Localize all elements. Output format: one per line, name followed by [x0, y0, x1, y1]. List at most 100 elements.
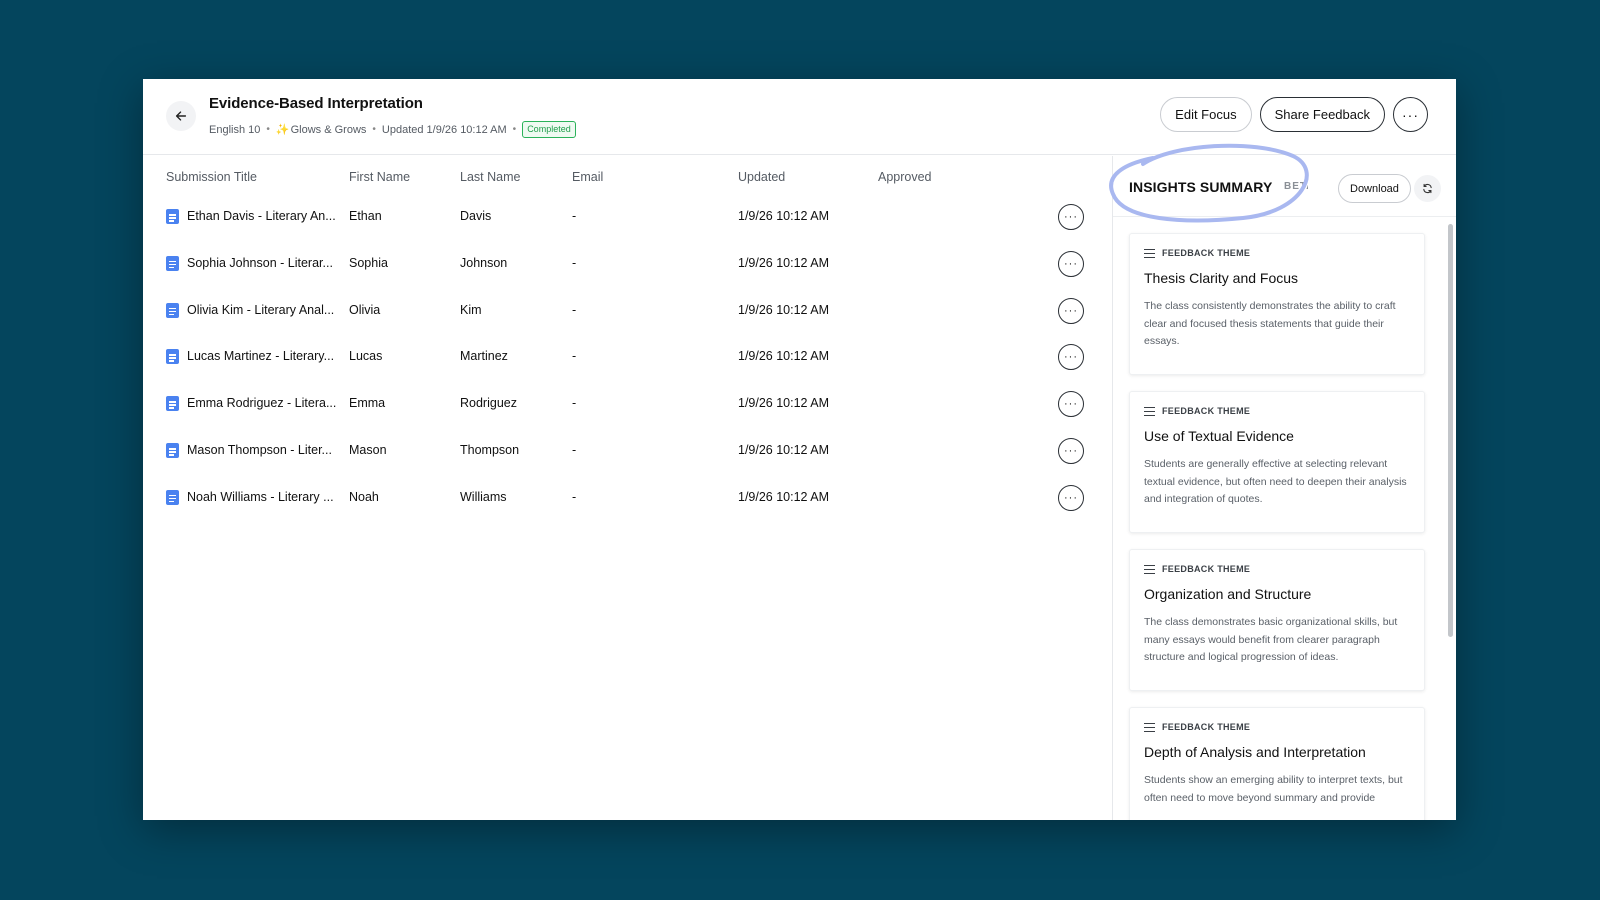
table-row[interactable]: Lucas Martinez - Literary... Lucas Martine… [143, 334, 1113, 380]
cell-updated: 1/9/26 10:12 AM [738, 209, 830, 223]
cell-email: - [572, 209, 577, 223]
row-more-button[interactable]: ··· [1058, 391, 1084, 418]
cell-first: Olivia [349, 302, 381, 317]
column-header-title[interactable]: Submission Title [166, 170, 257, 184]
document-icon [166, 302, 179, 318]
card-kicker-label: FEEDBACK THEME [1162, 248, 1251, 258]
edit-focus-button[interactable]: Edit Focus [1160, 97, 1252, 132]
cell-email: - [572, 302, 577, 317]
cell-title[interactable]: Mason Thompson - Liter... [187, 443, 332, 457]
table-row[interactable]: Olivia Kim - Literary Anal... Olivia Kim - 1… [143, 288, 1113, 334]
course-label: English 10 [209, 123, 261, 136]
page-meta: English 10 • ✨Glows & Grows • Updated 1/… [209, 121, 576, 138]
highlight-annotation [1109, 143, 1309, 223]
card-body: The class consistently demonstrates the … [1144, 300, 1396, 347]
cell-email: - [572, 489, 577, 504]
feedback-theme-card[interactable]: FEEDBACK THEME Thesis Clarity and Focus Th… [1129, 233, 1425, 375]
back-button[interactable] [166, 101, 196, 131]
list-icon [1144, 248, 1155, 258]
feedback-theme-card[interactable]: FEEDBACK THEME Depth of Analysis and Inte… [1129, 707, 1425, 820]
cell-title[interactable]: Olivia Kim - Literary Anal... [187, 303, 334, 317]
cell-email: - [572, 443, 577, 457]
cell-last: Martinez [460, 349, 508, 364]
table-row[interactable]: Sophia Johnson - Literar... Sophia Johnson… [143, 241, 1113, 287]
feedback-theme-card[interactable]: FEEDBACK THEME Use of Textual Evidence Stu… [1129, 391, 1425, 533]
card-body: Students show an emerging ability to int… [1144, 774, 1403, 804]
card-title: Use of Textual Evidence [1144, 428, 1294, 444]
card-body: Students are generally effective at sele… [1144, 458, 1407, 505]
cell-email: - [572, 255, 577, 270]
card-kicker-label: FEEDBACK THEME [1162, 564, 1251, 574]
card-title: Thesis Clarity and Focus [1144, 270, 1299, 286]
header-actions: Edit Focus Share Feedback ··· [1160, 97, 1428, 132]
column-header-updated[interactable]: Updated [738, 170, 785, 184]
table-row[interactable]: Noah Williams - Literary ... Noah Williams… [143, 475, 1113, 521]
card-kicker: FEEDBACK THEME [1144, 722, 1250, 732]
card-title: Depth of Analysis and Interpretation [1144, 744, 1366, 760]
cell-updated: 1/9/26 10:12 AM [738, 349, 830, 364]
cell-first: Emma [349, 396, 386, 411]
list-icon [1144, 722, 1155, 732]
row-more-button[interactable]: ··· [1058, 484, 1084, 511]
list-icon [1144, 564, 1155, 574]
cell-last: Kim [460, 302, 482, 317]
refresh-button[interactable] [1414, 175, 1441, 202]
scrollbar[interactable] [1448, 224, 1453, 637]
card-kicker: FEEDBACK THEME [1144, 564, 1250, 574]
document-icon [166, 349, 179, 365]
cell-title[interactable]: Noah Williams - Literary ... [187, 490, 334, 504]
insights-header: INSIGHTS SUMMARY BETA Download [1109, 143, 1456, 223]
cell-first: Mason [349, 443, 387, 457]
column-header-email[interactable]: Email [572, 170, 603, 184]
document-icon [166, 443, 179, 458]
cell-first: Sophia [349, 255, 388, 270]
insights-cards: FEEDBACK THEME Thesis Clarity and Focus Th… [1113, 217, 1456, 820]
document-icon [166, 396, 179, 412]
row-more-button[interactable]: ··· [1058, 438, 1084, 464]
cell-title[interactable]: Ethan Davis - Literary An... [187, 209, 336, 223]
row-more-button[interactable]: ··· [1058, 297, 1084, 324]
card-kicker: FEEDBACK THEME [1144, 248, 1250, 258]
card-title: Organization and Structure [1144, 586, 1312, 602]
column-header-last-name[interactable]: Last Name [460, 170, 520, 184]
table-row[interactable]: Emma Rodriguez - Litera... Emma Rodriguez -… [143, 381, 1113, 427]
cell-title[interactable]: Sophia Johnson - Literar... [187, 256, 333, 270]
table-row[interactable]: Mason Thompson - Liter... Mason Thompson - 1… [143, 428, 1113, 474]
more-options-button[interactable]: ··· [1393, 97, 1428, 132]
submissions-table: Submission Title First Name Last Name Em… [143, 156, 1113, 820]
status-badge: Completed [522, 121, 576, 138]
updated-label: Updated 1/9/26 10:12 AM [381, 123, 507, 136]
sparkle-icon: ✨ [275, 124, 290, 136]
row-more-button[interactable]: ··· [1058, 250, 1084, 277]
cell-last: Williams [460, 489, 507, 504]
cell-title[interactable]: Emma Rodriguez - Litera... [187, 396, 336, 410]
separator-dot: • [372, 124, 376, 135]
cell-updated: 1/9/26 10:12 AM [738, 302, 830, 317]
cell-email: - [572, 396, 577, 411]
cell-last: Rodriguez [460, 396, 517, 411]
feedback-theme-card[interactable]: FEEDBACK THEME Organization and Structure… [1129, 549, 1425, 691]
mode-label: ✨Glows & Grows [275, 124, 367, 136]
cell-last: Davis [460, 209, 492, 223]
column-header-approved[interactable]: Approved [878, 170, 932, 184]
share-feedback-button[interactable]: Share Feedback [1259, 97, 1385, 132]
list-icon [1144, 406, 1155, 416]
cell-updated: 1/9/26 10:12 AM [738, 443, 830, 457]
document-icon [166, 489, 179, 505]
card-kicker: FEEDBACK THEME [1144, 406, 1250, 416]
document-icon [166, 255, 179, 271]
download-button[interactable]: Download [1338, 174, 1411, 203]
table-row[interactable]: Ethan Davis - Literary An... Ethan Davis - 1… [143, 194, 1113, 240]
card-kicker-label: FEEDBACK THEME [1162, 406, 1251, 416]
column-header-first-name[interactable]: First Name [349, 170, 410, 184]
separator-dot: • [266, 124, 270, 135]
cell-email: - [572, 349, 577, 364]
row-more-button[interactable]: ··· [1058, 344, 1084, 371]
app-window: Evidence-Based Interpretation English 10… [143, 79, 1456, 820]
cell-title[interactable]: Lucas Martinez - Literary... [187, 349, 334, 363]
row-more-button[interactable]: ··· [1058, 204, 1084, 230]
cell-last: Johnson [460, 255, 508, 270]
cell-last: Thompson [460, 443, 520, 457]
arrow-left-icon [175, 111, 187, 121]
separator-dot: • [512, 124, 517, 135]
